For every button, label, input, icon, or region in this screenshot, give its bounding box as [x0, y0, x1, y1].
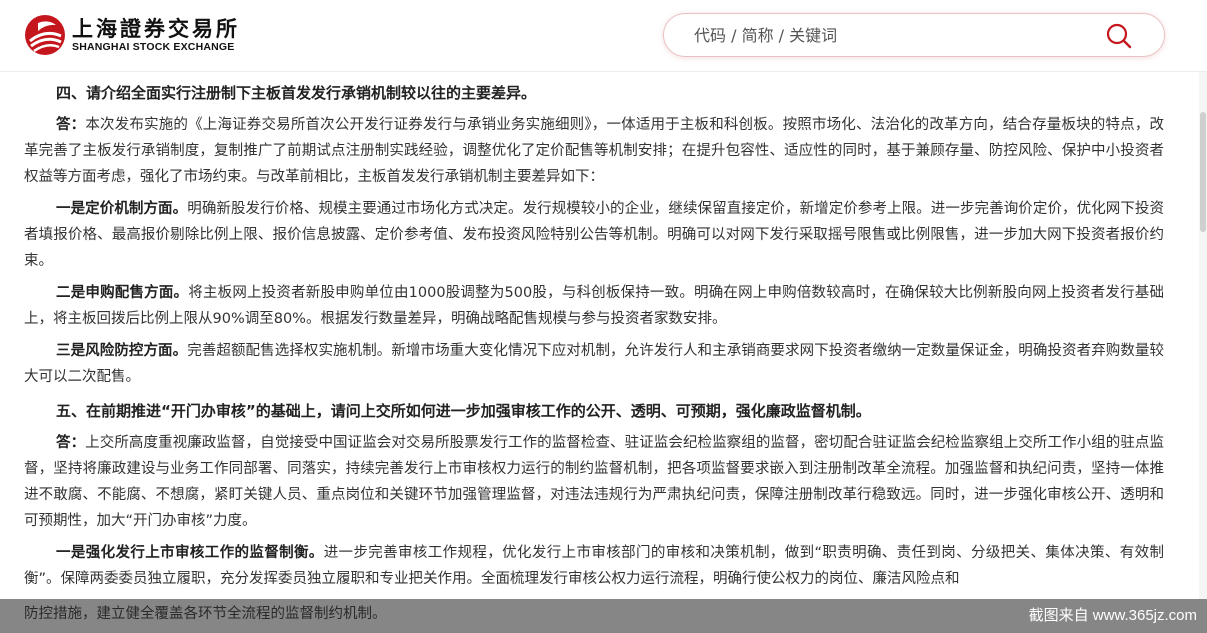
site-header: 上海證券交易所 SHANGHAI STOCK EXCHANGE [0, 0, 1207, 72]
article-body: 四、请介绍全面实行注册制下主板首发发行承销机制较以往的主要差异。 答：本次发布实… [24, 72, 1164, 598]
logo-chinese-name: 上海證券交易所 [72, 15, 240, 41]
subscription-paragraph: 二是申购配售方面。将主板网上投资者新股申购单位由1000股调整为500股，与科创… [24, 280, 1164, 332]
search-button[interactable] [1104, 21, 1134, 51]
pricing-paragraph: 一是定价机制方面。明确新股发行价格、规模主要通过市场化方式决定。发行规模较小的企… [24, 196, 1164, 274]
paragraph-lead: 一是强化发行上市审核工作的监督制衡。 [56, 545, 324, 561]
paragraph-lead: 一是定价机制方面。 [56, 201, 188, 217]
search-box [663, 13, 1165, 57]
question-heading-4: 四、请介绍全面实行注册制下主板首发发行承销机制较以往的主要差异。 [56, 84, 537, 102]
search-input[interactable] [694, 22, 1094, 48]
logo-english-name: SHANGHAI STOCK EXCHANGE [72, 40, 235, 53]
answer-paragraph: 答：本次发布实施的《上海证券交易所首次公开发行证券发行与承销业务实施细则》，一体… [24, 112, 1164, 190]
paragraph-text: 明确新股发行价格、规模主要通过市场化方式决定。发行规模较小的企业，继续保留直接定… [24, 201, 1165, 269]
logo-text: 上海證券交易所 SHANGHAI STOCK EXCHANGE [72, 15, 240, 54]
answer-paragraph: 答：上交所高度重视廉政监督，自觉接受中国证监会对交易所股票发行工作的监督检查、驻… [24, 430, 1164, 534]
paragraph-text: 完善超额配售选择权实施机制。新增市场重大变化情况下应对机制，允许发行人和主承销商… [24, 343, 1165, 385]
answer-lead: 答： [56, 435, 86, 451]
search-icon [1106, 23, 1132, 49]
scrollbar[interactable] [1199, 72, 1207, 599]
screenshot-overlay-bar: 防控措施，建立健全覆盖各环节全流程的监督制约机制。 截图来自 www.365jz… [0, 599, 1207, 633]
answer-text: 上交所高度重视廉政监督，自觉接受中国证监会对交易所股票发行工作的监督检查、驻证监… [24, 435, 1165, 529]
watermark-text: 截图来自 www.365jz.com [1028, 607, 1197, 624]
sse-logo[interactable]: 上海證券交易所 SHANGHAI STOCK EXCHANGE [24, 12, 240, 58]
answer-text: 本次发布实施的《上海证券交易所首次公开发行证券发行与承销业务实施细则》，一体适用… [24, 117, 1164, 185]
sse-emblem-icon [25, 15, 65, 55]
paragraph-text: 将主板网上投资者新股申购单位由1000股调整为500股，与科创板保持一致。明确在… [24, 285, 1165, 327]
paragraph-lead: 二是申购配售方面。 [56, 285, 189, 301]
paragraph-last-line: 防控措施，建立健全覆盖各环节全流程的监督制约机制。 [24, 606, 387, 622]
supervision-paragraph: 一是强化发行上市审核工作的监督制衡。进一步完善审核工作规程，优化发行上市审核部门… [24, 540, 1164, 592]
question-heading-5: 五、在前期推进“开门办审核”的基础上，请问上交所如何进一步加强审核工作的公开、透… [56, 402, 871, 420]
paragraph-lead: 三是风险防控方面。 [56, 343, 188, 359]
answer-lead: 答： [56, 117, 86, 133]
risk-control-paragraph: 三是风险防控方面。完善超额配售选择权实施机制。新增市场重大变化情况下应对机制，允… [24, 338, 1164, 390]
scrollbar-thumb[interactable] [1200, 112, 1206, 232]
